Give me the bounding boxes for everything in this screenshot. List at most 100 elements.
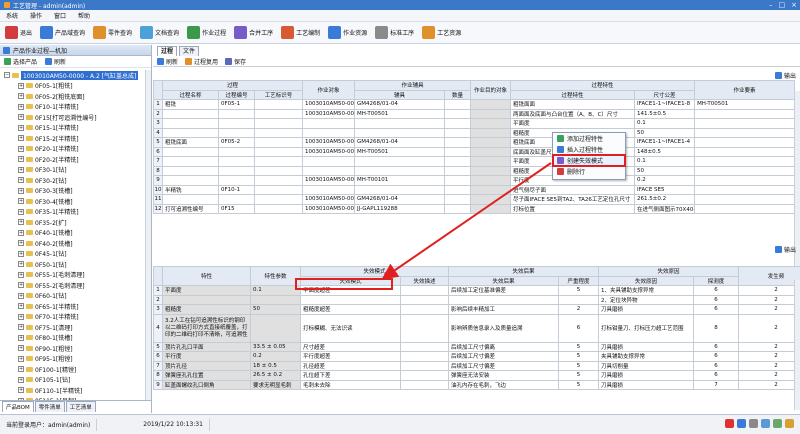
table-cell[interactable] [694,194,796,205]
table-cell[interactable]: 打标位置 [510,203,636,214]
table-cell[interactable]: 刀具磨损 [598,304,695,315]
table-cell[interactable] [444,99,472,110]
table-cell[interactable] [448,294,560,305]
table-cell[interactable] [162,146,219,157]
table-cell[interactable] [162,175,219,186]
expand-icon[interactable]: + [18,198,24,205]
table-row[interactable]: 4 粗糙度 50 [153,127,796,138]
table-row[interactable]: 8 粗糙度 50 [153,165,796,176]
table-row[interactable]: 3 粗糙度 50 粗糙度超差 影响后续丰精加工 2 刀具磨损 6 2 [153,304,800,315]
table-cell[interactable] [253,165,304,176]
table-row[interactable]: 5 顶片孔孔口平面 33.5 ± 0.05 尺寸超差 后续加工尺寸偏离 5 刀具磨损 6 2 [153,341,800,352]
expand-icon[interactable]: + [18,355,24,362]
table-row[interactable]: 6 平行度 0.2 平行度超差 后续加工尺寸偏差 5 夹具铺助支撑异常 6 2 [153,351,800,362]
table-cell[interactable] [470,194,512,205]
table-cell[interactable]: 打标模糊、无法识读 [300,313,401,343]
table-cell[interactable]: 0F05-1 [218,99,255,110]
left-refresh-button[interactable]: 刷新 [45,57,66,66]
table-cell[interactable]: 影响辨质信息录入及质量追溯 [448,313,560,343]
table-cell[interactable] [444,127,472,138]
tray-keyboard-icon[interactable] [761,419,770,428]
table-cell[interactable]: 8 [693,313,740,343]
tree-item[interactable]: +0F15[打可追溯性编号] [0,112,152,123]
table-cell[interactable]: 影响后续丰精加工 [448,304,560,315]
table-cell[interactable] [253,184,304,195]
expand-icon[interactable]: + [18,135,24,142]
table-cell[interactable] [354,156,446,167]
tree-item[interactable]: +0F30-2[钻] [0,175,152,186]
table-cell[interactable]: 缸盖面螺纹孔口倒角 [162,379,251,390]
table-cell[interactable]: 粗铣底面 [162,137,219,148]
maximize-icon[interactable]: □ [779,1,786,9]
tray-settings-icon[interactable] [785,419,794,428]
table-cell[interactable]: 6 [693,351,740,362]
expand-icon[interactable]: − [4,72,10,79]
table-cell[interactable]: 粗铣 [162,99,219,110]
expand-icon[interactable]: + [18,93,24,100]
table-cell[interactable] [354,127,446,138]
table-cell[interactable] [444,184,472,195]
table-cell[interactable] [302,165,356,176]
tray-people-icon[interactable] [773,419,782,428]
table-cell[interactable]: 弹簧座孔孔位置 [162,370,251,381]
tab-product-bom[interactable]: 产品BOM [2,401,34,412]
tree-item[interactable]: +0F60-1[钻] [0,291,152,302]
table-cell[interactable]: 尺寸超差 [300,341,401,352]
export-button-top[interactable]: 输出 [774,71,796,80]
table-cell[interactable] [162,165,219,176]
table-cell[interactable] [399,370,450,381]
table-cell[interactable]: 6 [153,146,163,157]
toolbar-button-0[interactable]: 退出 [2,24,35,42]
table-cell[interactable]: 1003010AM50-0000 [302,137,356,148]
table-cell[interactable] [218,175,255,186]
menu-window[interactable]: 窗口 [48,11,72,20]
table-cell[interactable]: GM4268/01-04 [354,99,446,110]
table-cell[interactable]: 孔位超下差 [300,370,401,381]
toolbar-button-5[interactable]: 合并工序 [231,24,276,42]
table-cell[interactable]: 2 [738,360,800,371]
table-cell[interactable]: 148±0.5 [634,146,696,157]
table-cell[interactable] [399,379,450,390]
table-cell[interactable]: 0.2 [250,351,301,362]
expand-icon[interactable]: + [18,103,24,110]
table-cell[interactable] [694,184,796,195]
table-cell[interactable]: 5 [558,351,600,362]
toolbar-button-4[interactable]: 作业过程 [184,24,229,42]
table-cell[interactable] [354,184,446,195]
table-cell[interactable] [399,304,450,315]
table-cell[interactable] [694,108,796,119]
table-cell[interactable]: 5 [558,341,600,352]
table-cell[interactable] [162,194,219,205]
table-cell[interactable] [253,203,304,214]
tree-item[interactable]: +0F95-1[粗镗] [0,354,152,365]
table-cell[interactable] [470,203,512,214]
tree-item[interactable]: +0F35-2[扩] [0,217,152,228]
table-cell[interactable]: 5 [558,360,600,371]
table-cell[interactable]: 1 [153,285,163,296]
table-cell[interactable]: 要求无明显毛刺 [250,379,301,390]
table-cell[interactable] [218,118,255,129]
table-cell[interactable]: GM4268/01-04 [354,137,446,148]
expand-icon[interactable]: + [18,124,24,131]
tree-item[interactable]: +0F20-2[半精铣] [0,154,152,165]
tab-process[interactable]: 过程 [157,46,178,56]
table-cell[interactable] [470,118,512,129]
failure-grid[interactable]: 特性 特性参数 失效模式 失效后果 失效原因 发生频 失效模式 失效描述 失效后… [153,266,800,411]
table-cell[interactable] [470,137,512,148]
table-row[interactable]: 3 平面度 0.1 [153,118,796,129]
table-cell[interactable]: 11 [153,194,163,205]
table-row[interactable]: 91003010AM50-0000MH-T00101平行度0.2 [153,175,796,186]
toolbar-button-9[interactable]: 工艺资源 [419,24,464,42]
table-cell[interactable]: 7 [153,360,163,371]
tree-item[interactable]: +0F15-2[半精铣] [0,133,152,144]
table-row[interactable]: 10 半精铣 0F10-1 进气侧尽子面 IFACE SE5 [153,184,796,195]
table-cell[interactable]: 6 [693,304,740,315]
table-cell[interactable]: 33.5 ± 0.05 [250,341,301,352]
table-cell[interactable] [162,118,219,129]
table-row[interactable]: 1粗铣0F05-1 1003010AM50-0000GM4268/01-04 粗铣面… [153,99,796,110]
table-cell[interactable]: 50 [634,127,696,138]
table-cell[interactable] [444,118,472,129]
tree-item[interactable]: +0F30-3[铣槽] [0,186,152,197]
table-cell[interactable] [470,127,512,138]
table-row[interactable]: 2 1003010AM50-0000MH-T00501 两面面及底面与凸台位置（A、… [153,108,796,119]
